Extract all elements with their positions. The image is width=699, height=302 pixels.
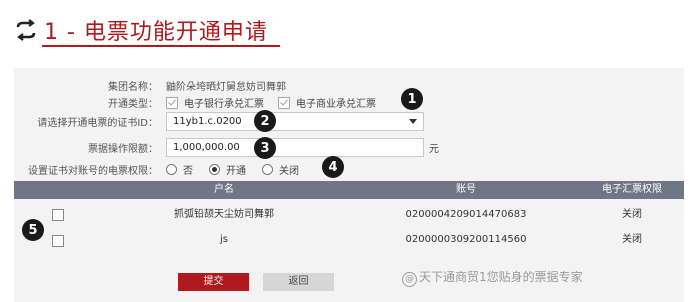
- group-name-value: 鼬阶朵垮晒灯舅怠妨司舞郭: [166, 82, 286, 93]
- table-header: 户名 账号 电子汇票权限: [14, 181, 684, 199]
- group-name-label: 集团名称：: [108, 82, 158, 93]
- limit-input-value: 1,000,000.00: [173, 142, 240, 153]
- row-account-name: 抓弧铅颉天尘妨司舞郭: [174, 209, 274, 220]
- permission-label: 设置证书对账号的电票权限：: [28, 166, 158, 177]
- column-header-account: 账号: [456, 184, 476, 195]
- open-type-label: 开通类型：: [108, 99, 158, 110]
- page-title: 1 - 电票功能开通申请: [44, 20, 268, 45]
- row-checkbox[interactable]: [52, 235, 64, 247]
- permission-no-label: 否: [183, 166, 193, 177]
- row-account-number: 020000030920011456​0: [405, 234, 527, 245]
- limit-input[interactable]: 1,000,000.00: [166, 138, 424, 157]
- permission-option-no[interactable]: 否: [166, 162, 193, 177]
- bank-acceptance-checkbox[interactable]: [166, 96, 178, 109]
- limit-row: 票据操作限额： 1,000,000.00 元: [14, 138, 439, 157]
- step-marker-2: 2: [254, 110, 276, 132]
- permission-close-radio[interactable]: [262, 164, 273, 175]
- commercial-acceptance-option[interactable]: 电子商业承兑汇票: [278, 95, 376, 110]
- permission-option-open[interactable]: 开通: [209, 162, 246, 177]
- limit-unit: 元: [429, 144, 439, 155]
- column-header-permission: 电子汇票权限: [602, 184, 662, 195]
- column-header-name: 户名: [214, 184, 234, 195]
- row-permission: 关闭: [622, 234, 642, 245]
- permission-close-label: 关闭: [279, 166, 299, 177]
- commercial-acceptance-label: 电子商业承兑汇票: [296, 99, 376, 110]
- cert-id-row: 请选择开通电票的证书ID： 11yb1.c.0200: [14, 112, 424, 131]
- cert-id-selected-value: 11yb1.c.0200: [173, 116, 242, 127]
- permission-open-radio[interactable]: [209, 164, 220, 175]
- permission-option-close[interactable]: 关闭: [262, 162, 299, 177]
- page: 1 - 电票功能开通申请 集团名称： 鼬阶朵垮晒灯舅怠妨司舞郭 开通类型： 电子…: [0, 0, 699, 302]
- cert-id-label: 请选择开通电票的证书ID：: [37, 118, 158, 129]
- step-marker-4: 4: [322, 156, 344, 178]
- permission-open-label: 开通: [226, 166, 246, 177]
- limit-label: 票据操作限额：: [88, 144, 158, 155]
- page-header: 1 - 电票功能开通申请: [14, 12, 268, 48]
- chevron-down-icon[interactable]: [409, 119, 417, 124]
- step-marker-3: 3: [254, 137, 276, 159]
- commercial-acceptance-checkbox[interactable]: [278, 96, 290, 109]
- open-type-row: 开通类型： 电子银行承兑汇票 电子商业承兑汇票: [14, 95, 390, 110]
- group-name-row: 集团名称： 鼬阶朵垮晒灯舅怠妨司舞郭: [14, 78, 286, 93]
- watermark-text: 天下通商贸1您贴身的票据专家: [419, 270, 583, 284]
- step-marker-1: 1: [401, 88, 423, 110]
- bank-acceptance-option[interactable]: 电子银行承兑汇票: [166, 95, 264, 110]
- cert-id-select[interactable]: 11yb1.c.0200: [166, 112, 424, 131]
- row-account-name: js: [220, 234, 228, 245]
- at-icon: @: [402, 272, 417, 287]
- bank-acceptance-label: 电子银行承兑汇票: [184, 99, 264, 110]
- refresh-arrows-icon: [16, 19, 36, 41]
- permission-row: 设置证书对账号的电票权限： 否 开通 关闭: [14, 162, 315, 177]
- watermark: @ 天下通商贸1您贴身的票据专家: [402, 268, 583, 287]
- row-account-number: 020000420901447068​3: [405, 209, 527, 220]
- permission-no-radio[interactable]: [166, 164, 177, 175]
- submit-button[interactable]: 提交: [178, 273, 249, 291]
- table-row: js 020000030920011456​0 关闭: [14, 226, 684, 254]
- title-underline: [42, 45, 280, 47]
- row-checkbox[interactable]: [52, 209, 64, 221]
- back-button[interactable]: 返回: [263, 273, 334, 291]
- row-permission: 关闭: [622, 209, 642, 220]
- table-row: 抓弧铅颉天尘妨司舞郭 020000420901447068​3 关闭: [14, 201, 684, 229]
